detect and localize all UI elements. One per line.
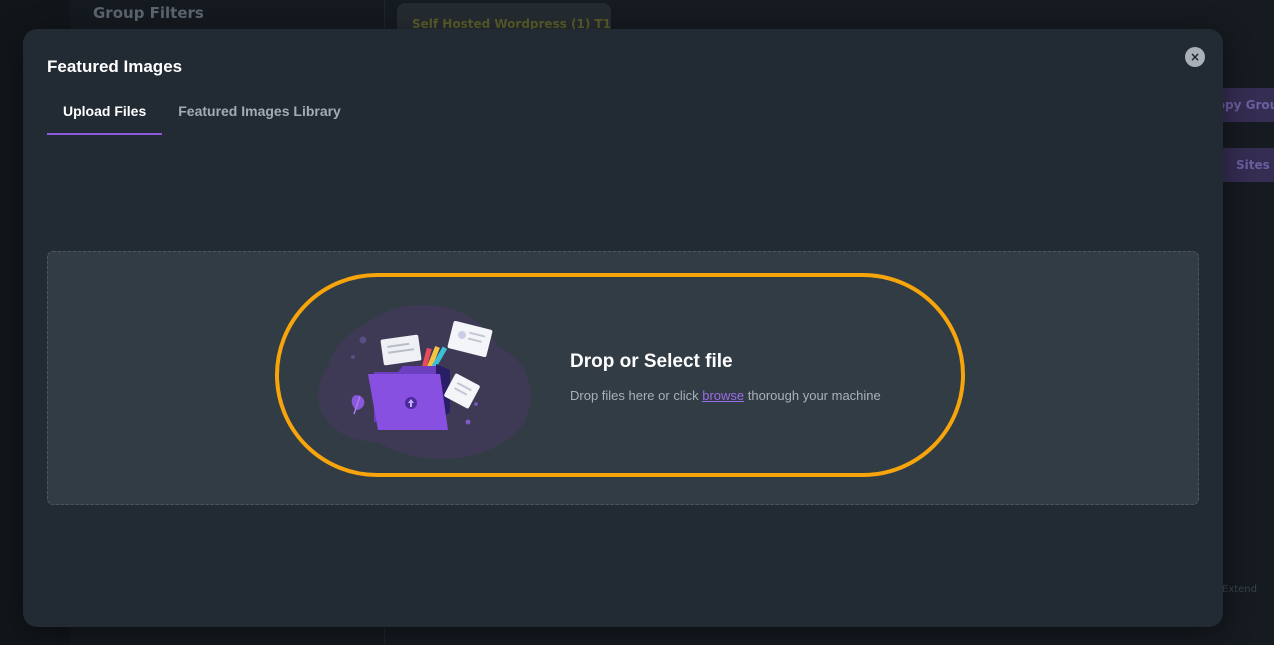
dropzone-title: Drop or Select file xyxy=(570,351,733,372)
modal-title: Featured Images xyxy=(47,57,183,76)
upload-folder-illustration xyxy=(318,304,531,459)
dropzone-description-prefix: Drop files here or click xyxy=(570,388,699,403)
background-small-text: Extend xyxy=(1222,584,1257,595)
close-button[interactable]: × xyxy=(1185,47,1205,67)
background-sites-label: Sites T xyxy=(1236,158,1274,172)
file-dropzone[interactable]: Drop or Select file Drop files here or c… xyxy=(47,251,1199,505)
featured-images-modal: Featured Images × Upload Files Featured … xyxy=(23,29,1223,627)
dropzone-description-suffix: thorough your machine xyxy=(747,388,881,403)
modal-tabs: Upload Files Featured Images Library xyxy=(47,95,357,137)
tab-featured-images-library[interactable]: Featured Images Library xyxy=(162,95,357,135)
tab-upload-files[interactable]: Upload Files xyxy=(47,95,163,135)
background-group-filters-heading: Group Filters xyxy=(93,4,204,22)
close-icon: × xyxy=(1189,50,1201,64)
dropzone-description: Drop files here or click browse thorough… xyxy=(570,388,881,403)
browse-link[interactable]: browse xyxy=(702,388,744,403)
